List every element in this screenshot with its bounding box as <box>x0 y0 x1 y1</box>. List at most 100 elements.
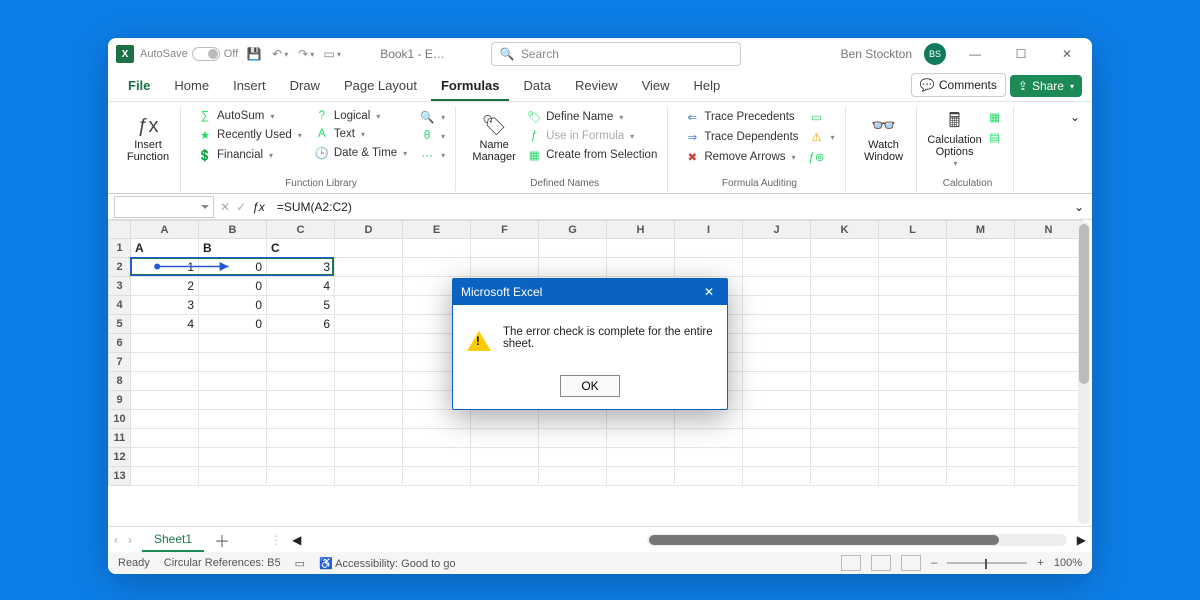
macro-record-icon[interactable]: ▭ <box>295 557 305 570</box>
cell-L7[interactable] <box>879 353 947 372</box>
cell-C13[interactable] <box>267 467 335 486</box>
cell-D1[interactable] <box>335 239 403 258</box>
cell-D11[interactable] <box>335 429 403 448</box>
cell-K2[interactable] <box>811 258 879 277</box>
evaluate-formula-button[interactable]: ƒ⊚ <box>805 148 839 166</box>
cell-D3[interactable] <box>335 277 403 296</box>
cell-D5[interactable] <box>335 315 403 334</box>
cell-H11[interactable] <box>607 429 675 448</box>
redo-icon[interactable]: ↷▾ <box>296 44 316 64</box>
error-checking-button[interactable]: ⚠▾ <box>805 128 839 146</box>
comments-button[interactable]: 💬Comments <box>911 73 1006 97</box>
col-header-N[interactable]: N <box>1015 221 1083 239</box>
cell-B3[interactable]: 0 <box>199 277 267 296</box>
cell-N4[interactable] <box>1015 296 1083 315</box>
cell-M11[interactable] <box>947 429 1015 448</box>
define-name-button[interactable]: 🏷Define Name▾ <box>522 108 661 126</box>
cell-J7[interactable] <box>743 353 811 372</box>
col-header-G[interactable]: G <box>539 221 607 239</box>
more-functions-button[interactable]: ⋯▾ <box>415 146 449 164</box>
cell-B9[interactable] <box>199 391 267 410</box>
cell-M9[interactable] <box>947 391 1015 410</box>
sheet-tab-active[interactable]: Sheet1 <box>142 528 204 552</box>
cell-A9[interactable] <box>131 391 199 410</box>
sheet-nav-next[interactable]: › <box>128 533 132 547</box>
name-box[interactable] <box>114 196 214 218</box>
hscroll-nav-right[interactable]: ▶ <box>1077 533 1086 547</box>
date-time-button[interactable]: 🕒Date & Time▾ <box>310 144 411 162</box>
cell-D10[interactable] <box>335 410 403 429</box>
cell-K7[interactable] <box>811 353 879 372</box>
cell-B10[interactable] <box>199 410 267 429</box>
cell-G12[interactable] <box>539 448 607 467</box>
cell-M8[interactable] <box>947 372 1015 391</box>
cell-C8[interactable] <box>267 372 335 391</box>
cell-L4[interactable] <box>879 296 947 315</box>
row-header-11[interactable]: 11 <box>109 429 131 448</box>
col-header-C[interactable]: C <box>267 221 335 239</box>
horizontal-scrollbar[interactable] <box>647 534 1067 546</box>
row-header-4[interactable]: 4 <box>109 296 131 315</box>
cell-K5[interactable] <box>811 315 879 334</box>
tab-data[interactable]: Data <box>513 70 560 101</box>
cell-D4[interactable] <box>335 296 403 315</box>
formula-input[interactable]: =SUM(A2:C2) <box>271 200 1066 214</box>
tab-file[interactable]: File <box>118 70 160 101</box>
cell-M6[interactable] <box>947 334 1015 353</box>
watch-window-button[interactable]: 👓Watch Window <box>858 106 910 172</box>
cell-M7[interactable] <box>947 353 1015 372</box>
cell-M4[interactable] <box>947 296 1015 315</box>
cell-D7[interactable] <box>335 353 403 372</box>
col-header-F[interactable]: F <box>471 221 539 239</box>
cell-F11[interactable] <box>471 429 539 448</box>
zoom-slider[interactable] <box>947 562 1027 564</box>
col-header-E[interactable]: E <box>403 221 471 239</box>
cell-N2[interactable] <box>1015 258 1083 277</box>
logical-button[interactable]: ?Logical▾ <box>310 108 411 124</box>
cell-M13[interactable] <box>947 467 1015 486</box>
cell-N12[interactable] <box>1015 448 1083 467</box>
dialog-ok-button[interactable]: OK <box>560 375 620 397</box>
cell-E11[interactable] <box>403 429 471 448</box>
cell-K3[interactable] <box>811 277 879 296</box>
cell-A10[interactable] <box>131 410 199 429</box>
row-header-12[interactable]: 12 <box>109 448 131 467</box>
row-header-6[interactable]: 6 <box>109 334 131 353</box>
cell-D9[interactable] <box>335 391 403 410</box>
cell-L12[interactable] <box>879 448 947 467</box>
cell-K1[interactable] <box>811 239 879 258</box>
tab-help[interactable]: Help <box>684 70 731 101</box>
col-header-J[interactable]: J <box>743 221 811 239</box>
dialog-titlebar[interactable]: Microsoft Excel ✕ <box>453 279 727 305</box>
cell-B13[interactable] <box>199 467 267 486</box>
cell-B1[interactable]: B <box>199 239 267 258</box>
cell-A1[interactable]: A <box>131 239 199 258</box>
cell-N13[interactable] <box>1015 467 1083 486</box>
cell-E13[interactable] <box>403 467 471 486</box>
calculation-options-button[interactable]: 🖩Calculation Options▾ <box>929 106 981 172</box>
quickaccess-more-icon[interactable]: ▭▾ <box>322 44 342 64</box>
cell-A13[interactable] <box>131 467 199 486</box>
cell-L9[interactable] <box>879 391 947 410</box>
cell-M1[interactable] <box>947 239 1015 258</box>
cell-C3[interactable]: 4 <box>267 277 335 296</box>
cell-G11[interactable] <box>539 429 607 448</box>
cell-N1[interactable] <box>1015 239 1083 258</box>
cell-M3[interactable] <box>947 277 1015 296</box>
cell-L3[interactable] <box>879 277 947 296</box>
expand-formula-bar-button[interactable]: ⌄ <box>1066 200 1092 214</box>
cell-K4[interactable] <box>811 296 879 315</box>
hscroll-nav-left[interactable]: ◀ <box>292 533 301 547</box>
col-header-M[interactable]: M <box>947 221 1015 239</box>
search-input[interactable]: 🔍 Search <box>491 42 741 66</box>
col-header-K[interactable]: K <box>811 221 879 239</box>
remove-arrows-button[interactable]: ✖Remove Arrows▾ <box>680 148 802 166</box>
zoom-out-button[interactable]: – <box>931 557 937 569</box>
cell-L13[interactable] <box>879 467 947 486</box>
cell-L5[interactable] <box>879 315 947 334</box>
trace-dependents-button[interactable]: ⇒Trace Dependents <box>680 128 802 146</box>
cell-C12[interactable] <box>267 448 335 467</box>
cell-A6[interactable] <box>131 334 199 353</box>
cell-E12[interactable] <box>403 448 471 467</box>
cell-A4[interactable]: 3 <box>131 296 199 315</box>
